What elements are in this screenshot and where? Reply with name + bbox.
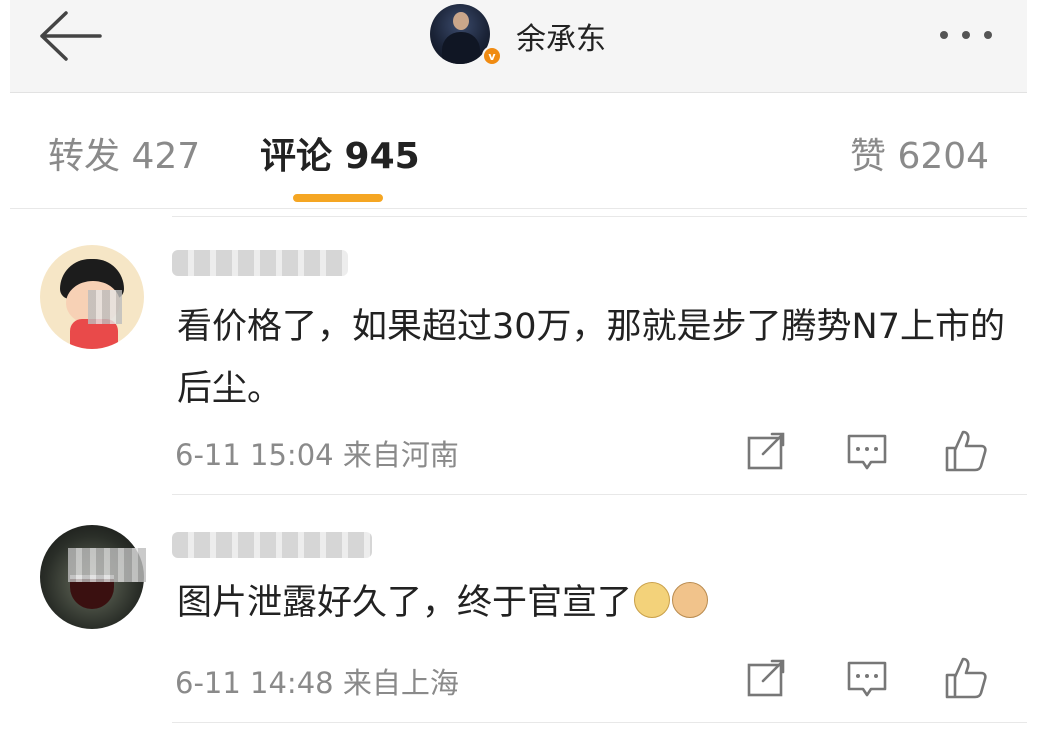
reply-button[interactable] xyxy=(845,430,889,474)
cat-emoji-icon xyxy=(672,582,709,618)
comment-icon xyxy=(847,434,887,470)
comment-meta: 6-11 15:04 来自河南 xyxy=(175,438,459,472)
arrow-left-icon xyxy=(40,11,102,61)
comment-text: 看价格了，如果超过30万，那就是步了腾势N7上市的后尘。 xyxy=(177,307,1005,409)
thumbs-up-icon xyxy=(945,430,987,472)
like-button[interactable] xyxy=(943,655,987,699)
avatar-body-shape xyxy=(442,32,480,64)
comment-text: 图片泄露好久了，终于官宣了 xyxy=(177,572,1017,634)
divider xyxy=(172,722,1027,723)
share-icon xyxy=(747,659,785,697)
repost-button[interactable] xyxy=(745,657,789,701)
divider xyxy=(10,208,1027,209)
divider xyxy=(172,216,1027,217)
dot-icon xyxy=(984,31,992,39)
tab-comments[interactable]: 评论 945 xyxy=(260,127,420,179)
commenter-name-blurred[interactable] xyxy=(172,250,348,276)
share-icon xyxy=(747,432,785,470)
thumbs-up-icon xyxy=(945,657,987,699)
comment-icon xyxy=(847,661,887,697)
dot-icon xyxy=(940,31,948,39)
comment-text-body: 图片泄露好久了，终于官宣了 xyxy=(177,583,633,623)
tab-reposts[interactable]: 转发 427 xyxy=(48,127,200,179)
dot-icon xyxy=(962,31,970,39)
back-button[interactable] xyxy=(36,10,104,62)
reply-button[interactable] xyxy=(845,657,889,701)
more-options-button[interactable] xyxy=(940,20,1016,50)
like-button[interactable] xyxy=(943,428,987,472)
tab-likes[interactable]: 赞 6204 xyxy=(850,127,989,179)
divider xyxy=(172,494,1027,495)
top-bar: v 余承东 xyxy=(10,0,1027,93)
active-tab-indicator xyxy=(293,194,383,202)
profile-username[interactable]: 余承东 xyxy=(516,14,606,58)
commenter-name-blurred[interactable] xyxy=(172,532,372,558)
avatar-mosaic xyxy=(88,290,122,324)
avatar-head-shape xyxy=(453,12,469,30)
repost-button[interactable] xyxy=(745,430,789,474)
comment-meta: 6-11 14:48 来自上海 xyxy=(175,666,459,700)
verified-badge-icon: v xyxy=(482,46,502,66)
profile-avatar[interactable] xyxy=(430,4,490,64)
doge-emoji-icon xyxy=(634,582,671,618)
tab-bar: 转发 427 评论 945 赞 6204 xyxy=(0,93,1050,208)
avatar-mosaic xyxy=(68,548,146,582)
